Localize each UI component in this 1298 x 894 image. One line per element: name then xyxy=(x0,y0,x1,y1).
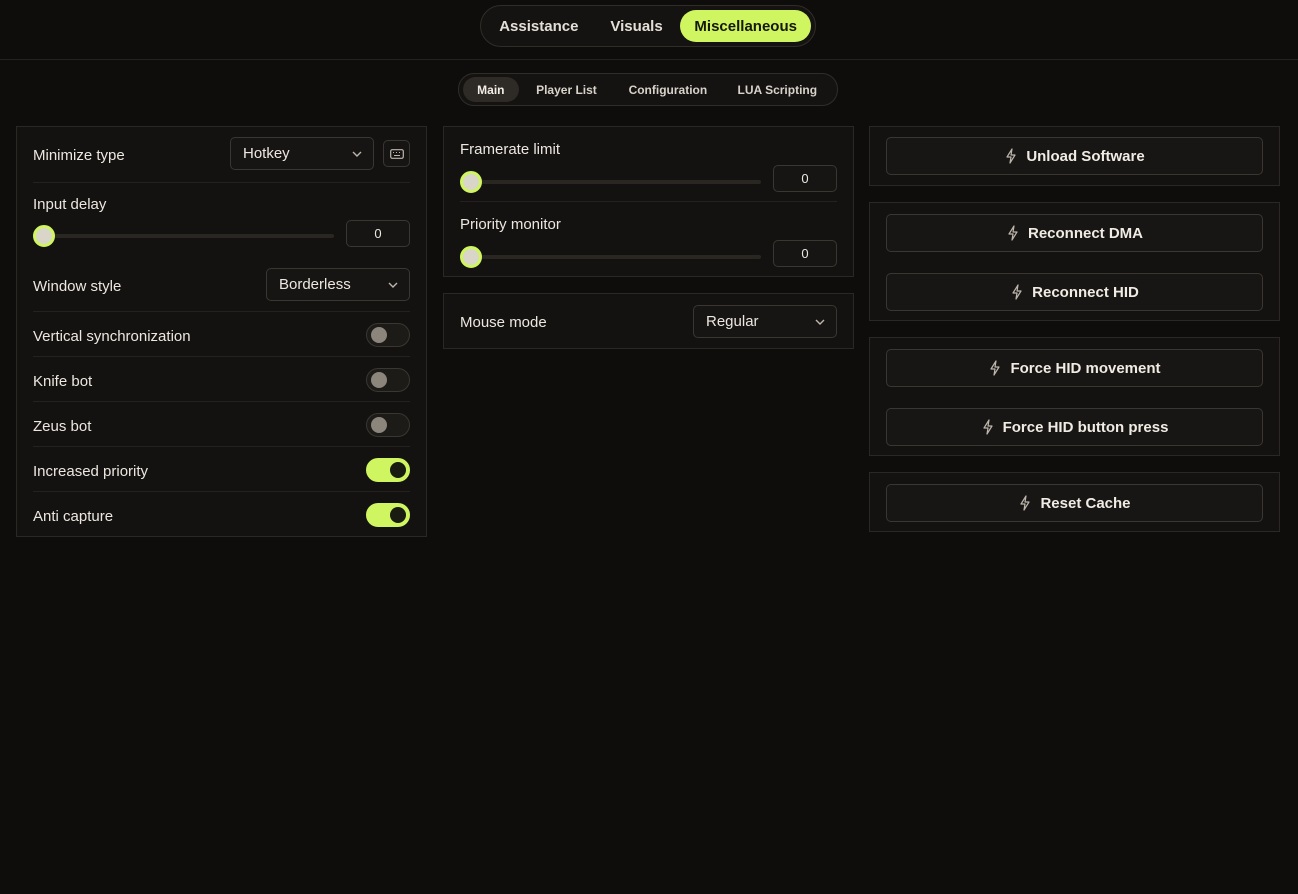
framerate-limit-label: Framerate limit xyxy=(460,141,561,158)
unload-software-label: Unload Software xyxy=(1026,147,1145,165)
reset-cache-label: Reset Cache xyxy=(1040,494,1131,512)
main-tabs: Assistance Visuals Miscellaneous xyxy=(480,5,816,47)
framerate-limit-slider-thumb[interactable] xyxy=(460,171,482,193)
force-hid-button-press-button[interactable]: Force HID button press xyxy=(886,408,1263,446)
window-style-value: Borderless xyxy=(279,276,351,293)
priority-monitor-slider-thumb[interactable] xyxy=(460,246,482,268)
window-style-dropdown[interactable]: Borderless xyxy=(266,268,410,301)
force-hid-movement-button[interactable]: Force HID movement xyxy=(886,349,1263,387)
minimize-type-label: Minimize type xyxy=(33,147,125,164)
framerate-limit-row: Framerate limit 0 xyxy=(460,127,837,202)
increased-priority-toggle[interactable] xyxy=(366,458,410,482)
tab-visuals[interactable]: Visuals xyxy=(593,10,681,42)
input-delay-slider-thumb[interactable] xyxy=(33,225,55,247)
mouse-mode-row: Mouse mode Regular xyxy=(460,294,837,350)
reconnect-hid-label: Reconnect HID xyxy=(1032,283,1139,301)
reconnect-hid-button[interactable]: Reconnect HID xyxy=(886,273,1263,311)
bolt-icon xyxy=(990,360,1001,376)
input-delay-slider-track[interactable] xyxy=(41,234,334,238)
unload-panel: Unload Software xyxy=(869,126,1280,186)
toggle-knob xyxy=(371,372,387,388)
reset-cache-button[interactable]: Reset Cache xyxy=(886,484,1263,522)
mouse-mode-dropdown[interactable]: Regular xyxy=(693,305,837,338)
sub-tabs: Main Player List Configuration LUA Scrip… xyxy=(458,73,838,106)
priority-monitor-value[interactable]: 0 xyxy=(773,240,837,267)
force-hid-panel: Force HID movement Force HID button pres… xyxy=(869,337,1280,456)
reconnect-panel: Reconnect DMA Reconnect HID xyxy=(869,202,1280,321)
subtab-lua-scripting[interactable]: LUA Scripting xyxy=(722,77,833,102)
toggle-knob xyxy=(390,507,406,523)
cache-panel: Reset Cache xyxy=(869,472,1280,532)
zeus-bot-toggle[interactable] xyxy=(366,413,410,437)
minimize-type-row: Minimize type Hotkey xyxy=(33,127,410,183)
minimize-type-value: Hotkey xyxy=(243,145,290,162)
tab-assistance[interactable]: Assistance xyxy=(485,10,593,42)
bolt-icon xyxy=(1008,225,1018,241)
bolt-icon xyxy=(1006,148,1016,164)
vsync-label: Vertical synchronization xyxy=(33,328,191,345)
toggle-knob xyxy=(390,462,406,478)
general-settings-panel: Minimize type Hotkey Input delay 0 Windo… xyxy=(16,126,427,537)
chevron-down-icon xyxy=(815,319,825,325)
reconnect-dma-button[interactable]: Reconnect DMA xyxy=(886,214,1263,252)
subtab-configuration[interactable]: Configuration xyxy=(614,77,721,102)
tab-miscellaneous[interactable]: Miscellaneous xyxy=(680,10,811,42)
minimize-type-dropdown[interactable]: Hotkey xyxy=(230,137,374,170)
performance-panel: Framerate limit 0 Priority monitor 0 xyxy=(443,126,854,277)
anti-capture-row: Anti capture xyxy=(33,492,410,537)
mouse-mode-value: Regular xyxy=(706,313,759,330)
hotkey-bind-button[interactable] xyxy=(383,140,410,167)
knife-bot-row: Knife bot xyxy=(33,357,410,402)
chevron-down-icon xyxy=(388,282,398,288)
zeus-bot-label: Zeus bot xyxy=(33,418,92,435)
toggle-knob xyxy=(371,417,387,433)
force-hid-button-press-label: Force HID button press xyxy=(1002,418,1169,436)
subtab-main[interactable]: Main xyxy=(463,77,519,102)
priority-monitor-slider-track[interactable] xyxy=(468,255,761,259)
bolt-icon xyxy=(982,419,993,435)
anti-capture-toggle[interactable] xyxy=(366,503,410,527)
knife-bot-label: Knife bot xyxy=(33,373,93,390)
knife-bot-toggle[interactable] xyxy=(366,368,410,392)
bolt-icon xyxy=(1012,284,1022,300)
mouse-panel: Mouse mode Regular xyxy=(443,293,854,349)
bolt-icon xyxy=(1020,495,1031,511)
increased-priority-label: Increased priority xyxy=(33,463,149,480)
mouse-mode-label: Mouse mode xyxy=(460,314,547,331)
anti-capture-label: Anti capture xyxy=(33,508,114,525)
reconnect-dma-label: Reconnect DMA xyxy=(1027,224,1143,242)
vsync-row: Vertical synchronization xyxy=(33,312,410,357)
input-delay-label: Input delay xyxy=(33,196,107,213)
framerate-limit-slider-track[interactable] xyxy=(468,180,761,184)
increased-priority-row: Increased priority xyxy=(33,447,410,492)
priority-monitor-label: Priority monitor xyxy=(460,216,561,233)
input-delay-row: Input delay 0 xyxy=(33,183,410,257)
framerate-limit-value[interactable]: 0 xyxy=(773,165,837,192)
force-hid-movement-label: Force HID movement xyxy=(1010,359,1161,377)
chevron-down-icon xyxy=(352,151,362,157)
toggle-knob xyxy=(371,327,387,343)
window-style-label: Window style xyxy=(33,278,122,295)
zeus-bot-row: Zeus bot xyxy=(33,402,410,447)
vsync-toggle[interactable] xyxy=(366,323,410,347)
window-style-row: Window style Borderless xyxy=(33,257,410,312)
top-bar: Assistance Visuals Miscellaneous xyxy=(0,0,1298,60)
input-delay-value[interactable]: 0 xyxy=(346,220,410,247)
subtab-player-list[interactable]: Player List xyxy=(519,77,614,102)
priority-monitor-row: Priority monitor 0 xyxy=(460,202,837,277)
keyboard-icon xyxy=(389,148,404,159)
unload-software-button[interactable]: Unload Software xyxy=(886,137,1263,175)
